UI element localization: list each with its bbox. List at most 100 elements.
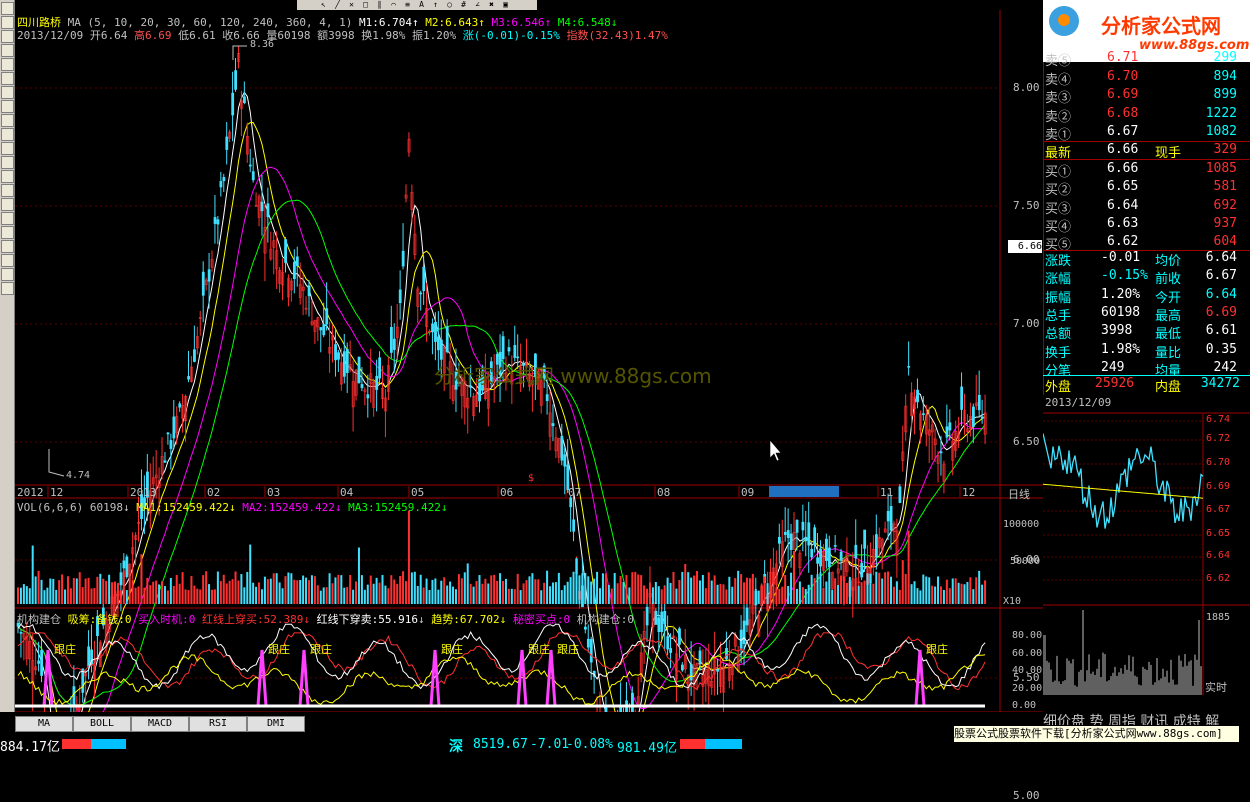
- volume-bar: [810, 574, 813, 604]
- bar-high: 高6.69: [133, 29, 172, 42]
- volume-bar: [696, 570, 698, 604]
- period-label[interactable]: 日线: [1008, 486, 1030, 502]
- volume-bar: [19, 587, 22, 604]
- candle-body: [219, 181, 223, 188]
- candle-body: [40, 650, 44, 676]
- volume-bar: [728, 576, 731, 604]
- volume-bar: [405, 581, 407, 604]
- indicator-tag: 跟庄: [557, 643, 579, 656]
- indicator-axis-label: 80.00: [1012, 630, 1043, 641]
- volume-bar: [84, 578, 87, 604]
- indicator-item-2: 红线上穿买:52.389: [202, 613, 304, 626]
- tab-boll[interactable]: BOLL: [73, 716, 131, 732]
- tab-rsi[interactable]: RSI: [189, 716, 247, 732]
- volume-bar: [816, 574, 819, 604]
- volume-bar: [748, 578, 751, 604]
- candle-body: [445, 326, 449, 353]
- volume-bar: [502, 581, 504, 604]
- volume-bar: [478, 575, 481, 604]
- volume-bar: [108, 574, 111, 604]
- watermark: 分析家公式网 www.88gs.com: [434, 364, 712, 388]
- volume-bar: [66, 576, 69, 604]
- volume-bar: [340, 575, 343, 604]
- volume-bar: [798, 581, 801, 604]
- volume-bar: [446, 585, 449, 604]
- volume-bar: [111, 582, 114, 604]
- volume-bar: [211, 589, 213, 604]
- candle-body: [783, 531, 787, 535]
- date-axis-label: 09: [741, 486, 755, 499]
- volume-bar: [272, 573, 275, 604]
- tab-macd[interactable]: MACD: [131, 716, 189, 732]
- candle-body: [584, 626, 587, 630]
- volume-bar: [331, 583, 334, 604]
- volume-bar: [640, 575, 643, 604]
- intraday-realtime[interactable]: 实时: [1205, 679, 1227, 695]
- candle-body: [960, 386, 964, 410]
- candle-body: [948, 422, 952, 431]
- candle-body: [681, 664, 684, 671]
- intraday-axis-label: 6.72: [1206, 433, 1231, 444]
- ask-row: 卖③ 6.69 899: [1045, 87, 1245, 106]
- candle-body: [586, 638, 590, 648]
- stat-label: 涨幅: [1045, 272, 1072, 288]
- status-pct: -0.08%: [566, 737, 613, 752]
- candle-body: [178, 403, 182, 408]
- volume-bar: [684, 563, 687, 604]
- volume-bar: [957, 582, 960, 604]
- volume-bar: [178, 583, 181, 604]
- volume-bar: [681, 571, 684, 604]
- candle-body: [193, 349, 196, 362]
- candle-body: [663, 611, 667, 625]
- volume-bar: [102, 578, 105, 604]
- ask-row-price: 6.69: [1107, 87, 1139, 102]
- bid-row: 买① 6.66 1085: [1045, 161, 1245, 180]
- bid-row: 买② 6.65 581: [1045, 179, 1245, 199]
- volume-bar: [743, 582, 746, 604]
- candle-body: [813, 527, 817, 545]
- candle-body: [360, 384, 364, 389]
- volume-bar: [569, 577, 572, 604]
- stat-label: 涨跌: [1045, 254, 1072, 269]
- volume-bar: [931, 585, 934, 604]
- candle-body: [337, 352, 340, 360]
- tab-dmi[interactable]: DMI: [247, 716, 305, 732]
- candle-body: [260, 201, 264, 212]
- candle-body: [786, 530, 790, 538]
- volume-bar: [275, 573, 278, 604]
- indicator-header: 机构建仓 吸筹:备钱:0 买入时机:0 红线上穿买:52.389↓ 红线下穿卖:…: [17, 613, 634, 626]
- volume-bar: [387, 588, 390, 604]
- volume-bar: [149, 585, 152, 604]
- indicator-tag: 跟庄: [310, 643, 332, 656]
- candle-body: [422, 266, 426, 292]
- date-axis-label: 06: [500, 486, 514, 499]
- vol-ma2: MA2:152459.422: [242, 501, 335, 514]
- date-axis-label: 07: [568, 486, 582, 499]
- volume-bar: [137, 586, 140, 604]
- volume-bar: [196, 588, 199, 604]
- price-axis-label: 7.50: [1013, 199, 1040, 212]
- download-tooltip[interactable]: 股票公式股票软件下载[分析家公式网www.88gs.com]: [953, 725, 1240, 743]
- bid-row-label: 买②: [1045, 183, 1072, 199]
- volume-bar: [128, 574, 131, 604]
- volume-bar: [804, 589, 807, 604]
- xaxis-highlight[interactable]: [769, 486, 839, 497]
- volume-bar: [216, 571, 219, 604]
- volume-bar: [419, 574, 422, 604]
- volume-bar: [231, 579, 234, 604]
- volume-bar: [193, 585, 196, 604]
- candle-body: [977, 394, 981, 411]
- volume-bar: [869, 573, 872, 604]
- stat-value: 1.20%: [1101, 286, 1141, 302]
- tab-ma[interactable]: MA: [15, 716, 73, 732]
- volume-bar: [795, 588, 798, 604]
- volume-bar: [281, 588, 284, 604]
- intraday-axis-label: 6.70: [1206, 457, 1231, 468]
- volume-bar: [375, 577, 378, 604]
- volume-bar: [531, 573, 534, 604]
- kline-chart[interactable]: $: [0, 0, 1043, 712]
- indicator-tag: 跟庄: [528, 643, 550, 656]
- bar-open: 开6.64: [89, 29, 128, 42]
- bid-row-label: 买③: [1045, 201, 1072, 217]
- max-price-label: 8.36: [250, 39, 275, 50]
